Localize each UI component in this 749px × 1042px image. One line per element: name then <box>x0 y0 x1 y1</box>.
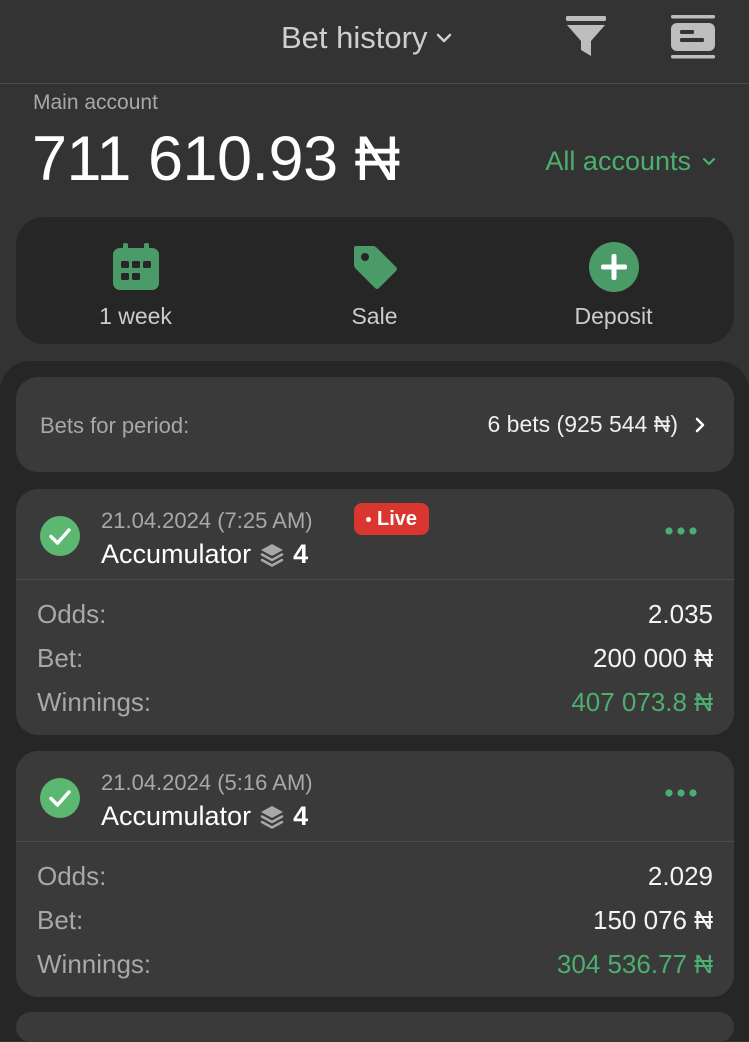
deposit-label: Deposit <box>574 303 653 329</box>
winnings-label: Winnings: <box>37 949 152 979</box>
more-options-icon[interactable] <box>664 525 698 537</box>
bet-datetime: 21.04.2024 (5:16 AM) <box>101 770 313 796</box>
layers-icon <box>260 543 284 567</box>
all-accounts-label: All accounts <box>545 146 691 176</box>
plus-circle-icon <box>588 242 639 292</box>
bet-type-label: Accumulator <box>101 801 252 831</box>
winnings-label: Winnings: <box>37 687 152 717</box>
live-badge-label: Live <box>377 507 418 530</box>
winnings-value: 407 073.8 ₦ <box>571 687 713 717</box>
stake-value: 150 076 ₦ <box>593 905 713 935</box>
bet-time: (5:16 AM) <box>217 770 313 795</box>
odds-label: Odds: <box>37 599 107 629</box>
sale-label: Sale <box>351 303 398 329</box>
stake-label: Bet: <box>37 905 84 935</box>
bet-type-label: Accumulator <box>101 539 252 569</box>
selections-count: 4 <box>293 539 309 569</box>
period-1-week-button[interactable]: 1 week <box>16 217 255 344</box>
divider <box>16 841 734 842</box>
sale-button[interactable]: Sale <box>255 217 494 344</box>
winnings-value: 304 536.77 ₦ <box>556 949 713 979</box>
tag-icon <box>353 246 397 289</box>
quick-actions: 1 week Sale Deposit <box>16 217 734 344</box>
account-balance: 711 610.93 ₦ <box>32 124 400 194</box>
stake-row: Bet: 200 000 ₦ <box>37 643 713 674</box>
stake-value: 200 000 ₦ <box>593 643 713 673</box>
bet-date: 21.04.2024 <box>101 508 212 533</box>
account-label: Main account <box>33 91 158 114</box>
live-dot-icon <box>366 516 371 522</box>
filter-icon[interactable] <box>564 14 608 60</box>
page-title: Bet history <box>281 20 428 55</box>
odds-label: Odds: <box>37 861 107 891</box>
cashier-icon[interactable] <box>668 14 718 62</box>
winnings-row: Winnings: 407 073.8 ₦ <box>37 687 713 718</box>
period-summary-value: 6 bets (925 544 ₦) <box>487 411 678 437</box>
divider <box>16 579 734 580</box>
more-options-icon[interactable] <box>664 787 698 799</box>
bets-for-period-row[interactable]: Bets for period: 6 bets (925 544 ₦) <box>16 377 734 472</box>
odds-row: Odds: 2.029 <box>37 861 713 892</box>
live-badge: Live <box>354 503 430 535</box>
chevron-right-icon <box>695 417 705 432</box>
won-check-icon <box>40 778 80 818</box>
bet-datetime: 21.04.2024 (7:25 AM) <box>101 508 313 534</box>
bet-card[interactable]: 21.04.2024 (5:16 AM) Accumulator 4 Odds:… <box>16 751 734 997</box>
selections-count: 4 <box>293 801 309 831</box>
period-summary-label: Bets for period: <box>40 413 190 438</box>
chevron-down-icon <box>702 157 716 165</box>
stake-label: Bet: <box>37 643 84 673</box>
odds-value: 2.029 <box>647 861 713 891</box>
period-label: 1 week <box>99 303 172 329</box>
won-check-icon <box>40 516 80 556</box>
bet-type: Accumulator 4 <box>101 539 308 570</box>
calendar-icon <box>112 243 159 290</box>
top-bar: Bet history <box>0 0 749 84</box>
all-accounts-dropdown[interactable]: All accounts <box>545 146 717 177</box>
odds-row: Odds: 2.035 <box>37 599 713 630</box>
bet-card[interactable]: 21.04.2024 (7:25 AM) Live Accumulator 4 … <box>16 489 734 735</box>
bet-history-dropdown[interactable]: Bet history <box>281 20 453 56</box>
bet-time: (7:25 AM) <box>217 508 313 533</box>
bet-date: 21.04.2024 <box>101 770 212 795</box>
winnings-row: Winnings: 304 536.77 ₦ <box>37 949 713 980</box>
deposit-button[interactable]: Deposit <box>494 217 733 344</box>
layers-icon <box>260 805 284 829</box>
bet-card-partial[interactable] <box>16 1012 734 1042</box>
chevron-down-icon <box>437 33 452 43</box>
stake-row: Bet: 150 076 ₦ <box>37 905 713 936</box>
bet-type: Accumulator 4 <box>101 801 308 832</box>
odds-value: 2.035 <box>647 599 713 629</box>
